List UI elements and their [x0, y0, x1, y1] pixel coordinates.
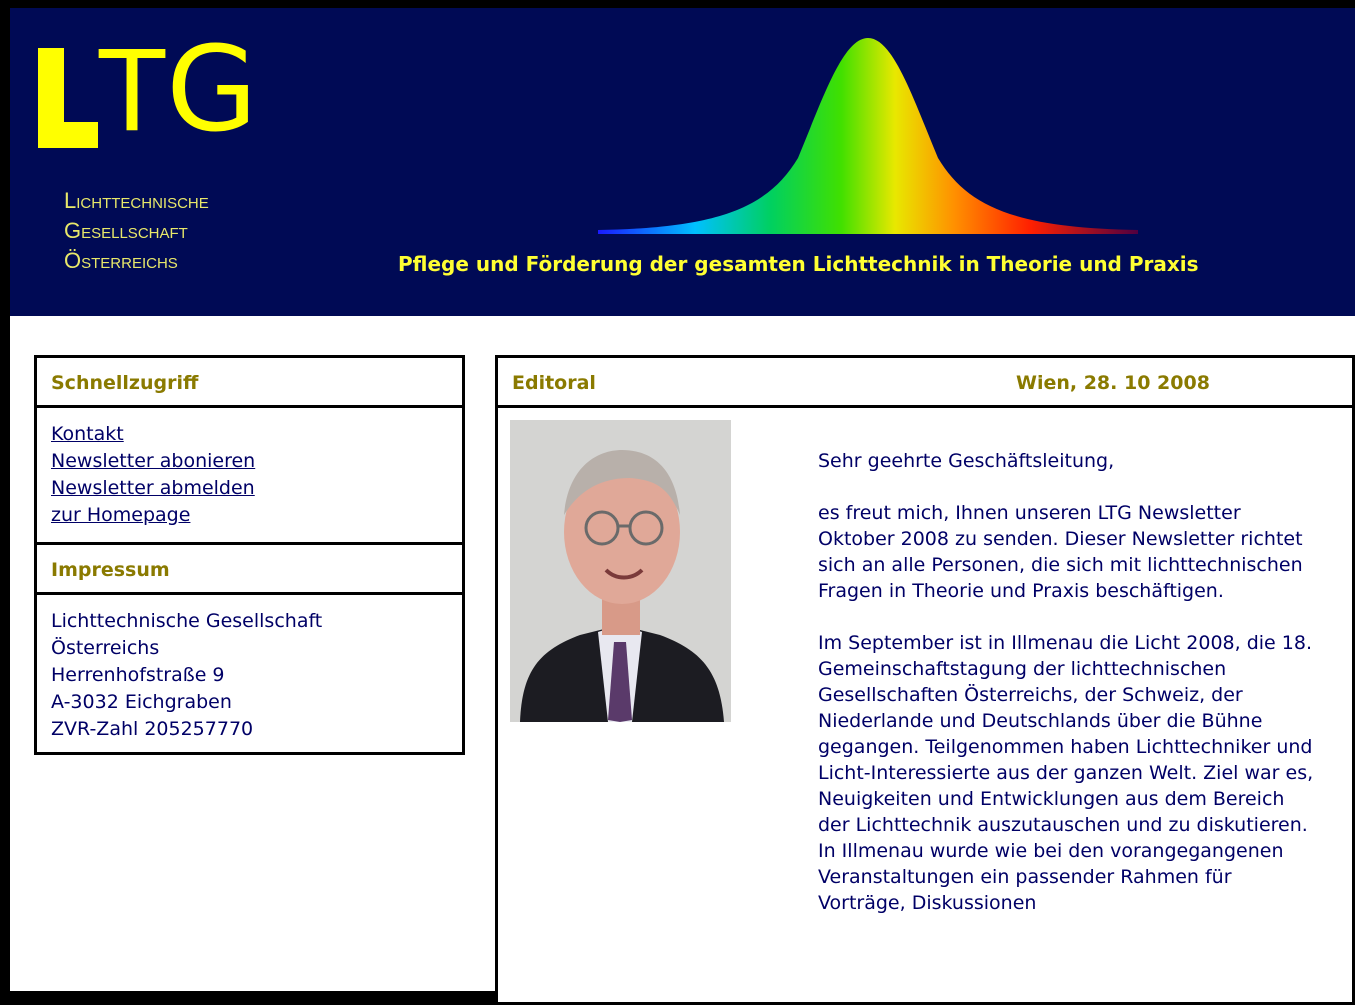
- org-name-line: Gesellschaft: [64, 218, 188, 243]
- editorial-title: Editoral: [512, 372, 596, 394]
- editorial-box: Editoral Wien, 28. 10 2008 Sehr geehrte …: [495, 355, 1355, 1005]
- address-line: ZVR-Zahl 205257770: [51, 718, 254, 740]
- editorial-date: Wien, 28. 10 2008: [1016, 372, 1210, 394]
- author-photo: [510, 420, 731, 722]
- quick-links: Kontakt Newsletter abonieren Newsletter …: [37, 408, 462, 545]
- editorial-text: Sehr geehrte Geschäftsleitung, es freut …: [818, 448, 1318, 942]
- impressum-address: Lichttechnische Gesellschaft Österreichs…: [37, 595, 462, 752]
- spectrum-bell-curve: [598, 38, 1138, 234]
- link-newsletter-unsubscribe[interactable]: Newsletter abmelden: [51, 475, 462, 502]
- editorial-header: Editoral Wien, 28. 10 2008: [498, 358, 1352, 408]
- header-banner: TG Lichttechnische Gesellschaft Österrei…: [10, 8, 1355, 316]
- newsletter-body: TG Lichttechnische Gesellschaft Österrei…: [10, 8, 1355, 1005]
- address-line: Österreichs: [51, 637, 160, 659]
- link-homepage[interactable]: zur Homepage: [51, 502, 462, 529]
- tagline: Pflege und Förderung der gesamten Lichtt…: [398, 252, 1199, 276]
- logo-tg-text: TG: [96, 20, 258, 158]
- page: TG Lichttechnische Gesellschaft Österrei…: [0, 0, 1355, 1005]
- ltg-logo: TG: [38, 30, 298, 158]
- sidebar-box: Schnellzugriff Kontakt Newsletter abonie…: [34, 355, 465, 755]
- editorial-paragraph: Sehr geehrte Geschäftsleitung,: [818, 450, 1115, 472]
- link-kontakt[interactable]: Kontakt: [51, 421, 462, 448]
- editorial-paragraph: Im September ist in Illmenau die Licht 2…: [818, 632, 1314, 914]
- impressum-heading: Impressum: [37, 545, 462, 595]
- address-line: Herrenhofstraße 9: [51, 664, 225, 686]
- link-newsletter-subscribe[interactable]: Newsletter abonieren: [51, 448, 462, 475]
- address-line: A-3032 Eichgraben: [51, 691, 232, 713]
- org-name-line: Österreichs: [64, 248, 178, 273]
- editorial-paragraph: es freut mich, Ihnen unseren LTG Newslet…: [818, 502, 1303, 602]
- org-name: Lichttechnische Gesellschaft Österreichs: [64, 186, 209, 276]
- quick-access-heading: Schnellzugriff: [37, 358, 462, 408]
- org-name-line: Lichttechnische: [64, 188, 209, 213]
- address-line: Lichttechnische Gesellschaft: [51, 610, 323, 632]
- logo-l-mark: [38, 48, 98, 148]
